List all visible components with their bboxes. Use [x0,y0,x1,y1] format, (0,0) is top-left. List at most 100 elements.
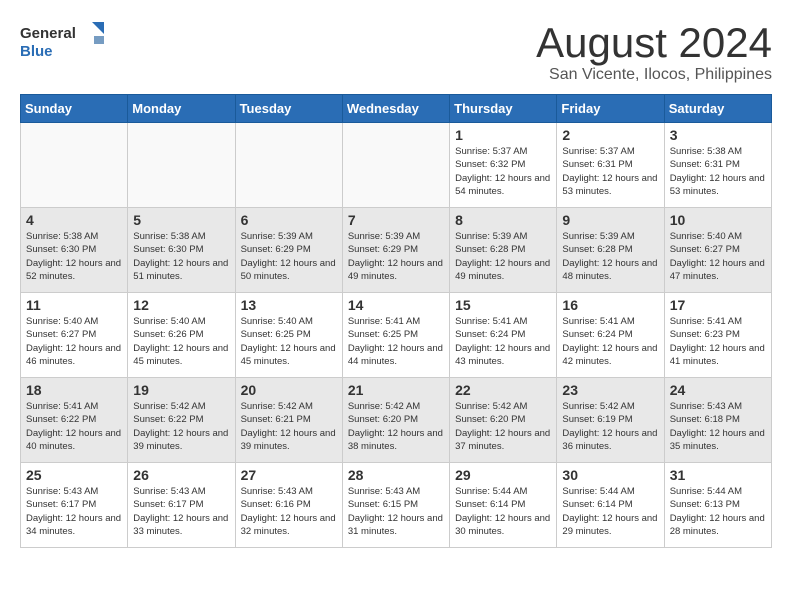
calendar-cell [21,123,128,208]
weekday-header-row: SundayMondayTuesdayWednesdayThursdayFrid… [21,95,772,123]
day-info: Sunrise: 5:41 AMSunset: 6:25 PMDaylight:… [348,315,444,368]
calendar-cell [342,123,449,208]
week-row-5: 25 Sunrise: 5:43 AMSunset: 6:17 PMDayligh… [21,463,772,548]
calendar-cell: 1 Sunrise: 5:37 AMSunset: 6:32 PMDaylight… [450,123,557,208]
day-number: 31 [670,467,766,483]
day-number: 28 [348,467,444,483]
day-info: Sunrise: 5:42 AMSunset: 6:19 PMDaylight:… [562,400,658,453]
day-info: Sunrise: 5:44 AMSunset: 6:13 PMDaylight:… [670,485,766,538]
calendar-table: SundayMondayTuesdayWednesdayThursdayFrid… [20,94,772,548]
weekday-header-monday: Monday [128,95,235,123]
day-number: 29 [455,467,551,483]
calendar-cell: 13 Sunrise: 5:40 AMSunset: 6:25 PMDayligh… [235,293,342,378]
day-number: 22 [455,382,551,398]
calendar-cell: 20 Sunrise: 5:42 AMSunset: 6:21 PMDayligh… [235,378,342,463]
day-info: Sunrise: 5:40 AMSunset: 6:27 PMDaylight:… [670,230,766,283]
day-number: 7 [348,212,444,228]
day-number: 8 [455,212,551,228]
calendar-cell: 27 Sunrise: 5:43 AMSunset: 6:16 PMDayligh… [235,463,342,548]
calendar-cell [128,123,235,208]
day-number: 6 [241,212,337,228]
day-info: Sunrise: 5:42 AMSunset: 6:20 PMDaylight:… [455,400,551,453]
weekday-header-tuesday: Tuesday [235,95,342,123]
calendar-cell: 21 Sunrise: 5:42 AMSunset: 6:20 PMDayligh… [342,378,449,463]
day-info: Sunrise: 5:40 AMSunset: 6:25 PMDaylight:… [241,315,337,368]
day-info: Sunrise: 5:38 AMSunset: 6:31 PMDaylight:… [670,145,766,198]
day-number: 19 [133,382,229,398]
day-number: 2 [562,127,658,143]
calendar-cell: 6 Sunrise: 5:39 AMSunset: 6:29 PMDaylight… [235,208,342,293]
week-row-1: 1 Sunrise: 5:37 AMSunset: 6:32 PMDaylight… [21,123,772,208]
day-number: 25 [26,467,122,483]
day-number: 16 [562,297,658,313]
day-number: 13 [241,297,337,313]
day-info: Sunrise: 5:43 AMSunset: 6:16 PMDaylight:… [241,485,337,538]
day-number: 11 [26,297,122,313]
day-info: Sunrise: 5:41 AMSunset: 6:23 PMDaylight:… [670,315,766,368]
calendar-cell: 2 Sunrise: 5:37 AMSunset: 6:31 PMDaylight… [557,123,664,208]
day-info: Sunrise: 5:42 AMSunset: 6:20 PMDaylight:… [348,400,444,453]
day-number: 21 [348,382,444,398]
calendar-cell: 4 Sunrise: 5:38 AMSunset: 6:30 PMDaylight… [21,208,128,293]
week-row-4: 18 Sunrise: 5:41 AMSunset: 6:22 PMDayligh… [21,378,772,463]
day-info: Sunrise: 5:42 AMSunset: 6:21 PMDaylight:… [241,400,337,453]
day-info: Sunrise: 5:38 AMSunset: 6:30 PMDaylight:… [26,230,122,283]
calendar-cell: 17 Sunrise: 5:41 AMSunset: 6:23 PMDayligh… [664,293,771,378]
day-number: 3 [670,127,766,143]
day-info: Sunrise: 5:38 AMSunset: 6:30 PMDaylight:… [133,230,229,283]
calendar-cell: 16 Sunrise: 5:41 AMSunset: 6:24 PMDayligh… [557,293,664,378]
day-info: Sunrise: 5:42 AMSunset: 6:22 PMDaylight:… [133,400,229,453]
day-number: 10 [670,212,766,228]
logo: General Blue [20,20,110,62]
title-area: August 2024 San Vicente, Ilocos, Philipp… [536,20,772,84]
day-info: Sunrise: 5:43 AMSunset: 6:15 PMDaylight:… [348,485,444,538]
calendar-cell: 19 Sunrise: 5:42 AMSunset: 6:22 PMDayligh… [128,378,235,463]
calendar-cell: 26 Sunrise: 5:43 AMSunset: 6:17 PMDayligh… [128,463,235,548]
day-info: Sunrise: 5:43 AMSunset: 6:18 PMDaylight:… [670,400,766,453]
calendar-cell: 24Sunrise: 5:43 AMSunset: 6:18 PMDayligh… [664,378,771,463]
day-info: Sunrise: 5:39 AMSunset: 6:29 PMDaylight:… [241,230,337,283]
calendar-cell: 15Sunrise: 5:41 AMSunset: 6:24 PMDayligh… [450,293,557,378]
day-info: Sunrise: 5:39 AMSunset: 6:28 PMDaylight:… [455,230,551,283]
day-number: 26 [133,467,229,483]
calendar-cell: 11Sunrise: 5:40 AMSunset: 6:27 PMDayligh… [21,293,128,378]
day-number: 23 [562,382,658,398]
svg-text:Blue: Blue [20,43,53,60]
week-row-3: 11Sunrise: 5:40 AMSunset: 6:27 PMDayligh… [21,293,772,378]
day-number: 15 [455,297,551,313]
calendar-cell: 3 Sunrise: 5:38 AMSunset: 6:31 PMDaylight… [664,123,771,208]
day-info: Sunrise: 5:37 AMSunset: 6:32 PMDaylight:… [455,145,551,198]
page-header: General Blue August 2024 San Vicente, Il… [20,20,772,84]
calendar-cell: 22 Sunrise: 5:42 AMSunset: 6:20 PMDayligh… [450,378,557,463]
day-number: 5 [133,212,229,228]
day-info: Sunrise: 5:43 AMSunset: 6:17 PMDaylight:… [133,485,229,538]
day-info: Sunrise: 5:37 AMSunset: 6:31 PMDaylight:… [562,145,658,198]
day-info: Sunrise: 5:44 AMSunset: 6:14 PMDaylight:… [455,485,551,538]
day-info: Sunrise: 5:41 AMSunset: 6:24 PMDaylight:… [562,315,658,368]
day-number: 30 [562,467,658,483]
day-number: 4 [26,212,122,228]
day-info: Sunrise: 5:44 AMSunset: 6:14 PMDaylight:… [562,485,658,538]
calendar-cell: 8 Sunrise: 5:39 AMSunset: 6:28 PMDaylight… [450,208,557,293]
logo-svg: General Blue [20,20,110,62]
day-number: 27 [241,467,337,483]
calendar-cell [235,123,342,208]
calendar-title: August 2024 [536,20,772,66]
calendar-cell: 10 Sunrise: 5:40 AMSunset: 6:27 PMDayligh… [664,208,771,293]
day-info: Sunrise: 5:41 AMSunset: 6:22 PMDaylight:… [26,400,122,453]
day-info: Sunrise: 5:39 AMSunset: 6:29 PMDaylight:… [348,230,444,283]
weekday-header-sunday: Sunday [21,95,128,123]
day-number: 14 [348,297,444,313]
weekday-header-friday: Friday [557,95,664,123]
calendar-cell: 30 Sunrise: 5:44 AMSunset: 6:14 PMDayligh… [557,463,664,548]
calendar-subtitle: San Vicente, Ilocos, Philippines [536,66,772,84]
day-number: 18 [26,382,122,398]
calendar-cell: 14 Sunrise: 5:41 AMSunset: 6:25 PMDayligh… [342,293,449,378]
calendar-cell: 29 Sunrise: 5:44 AMSunset: 6:14 PMDayligh… [450,463,557,548]
day-number: 9 [562,212,658,228]
day-number: 20 [241,382,337,398]
day-number: 1 [455,127,551,143]
day-number: 17 [670,297,766,313]
calendar-cell: 31 Sunrise: 5:44 AMSunset: 6:13 PMDayligh… [664,463,771,548]
calendar-cell: 12Sunrise: 5:40 AMSunset: 6:26 PMDayligh… [128,293,235,378]
